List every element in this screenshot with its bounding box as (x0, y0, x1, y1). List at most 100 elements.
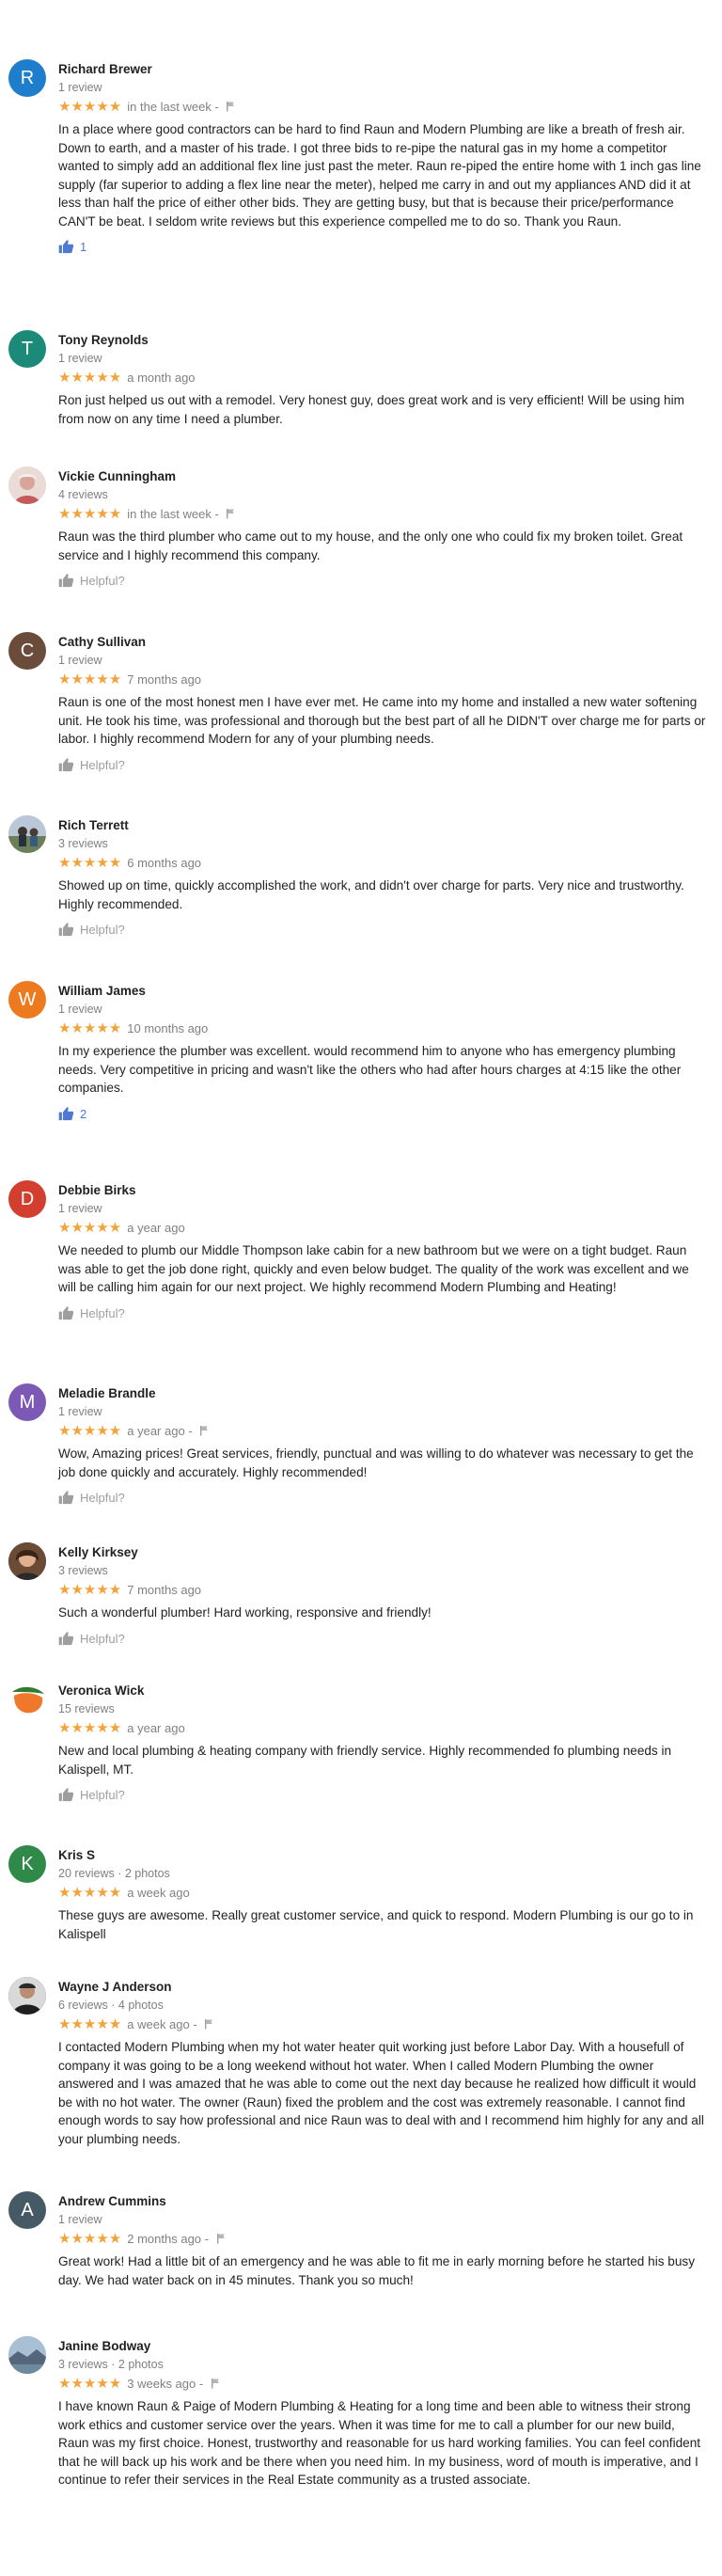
helpful-label: Helpful? (80, 1491, 125, 1505)
avatar[interactable] (8, 1681, 46, 1718)
avatar[interactable]: K (8, 1845, 46, 1883)
review-time: 7 months ago (127, 672, 202, 687)
helpful-button[interactable]: Helpful? (58, 572, 709, 591)
reviewer-name[interactable]: William James (58, 983, 709, 999)
reviewer-meta: 3 reviews (58, 1564, 108, 1577)
helpful-button[interactable]: Helpful? (58, 1630, 709, 1649)
review-text: I contacted Modern Plumbing when my hot … (58, 2040, 704, 2146)
reviewer-name[interactable]: Veronica Wick (58, 1683, 709, 1699)
helpful-label: Helpful? (80, 1788, 125, 1802)
avatar[interactable] (8, 815, 46, 853)
rating-row: ★★★★★ 7 months ago (58, 1582, 709, 1599)
profile-photo-icon (8, 1977, 46, 2015)
review-text: Raun is one of the most honest men I hav… (58, 695, 706, 746)
helpful-button[interactable]: Helpful? (58, 1489, 709, 1508)
reviewer-name[interactable]: Cathy Sullivan (58, 634, 709, 650)
review-text: Raun was the third plumber who came out … (58, 529, 683, 562)
helpful-button[interactable]: Helpful? (58, 1786, 709, 1805)
avatar[interactable]: R (8, 59, 46, 97)
star-rating: ★★★★★ (58, 370, 122, 386)
star-rating: ★★★★★ (58, 1720, 122, 1736)
review-text: New and local plumbing & heating company… (58, 1744, 672, 1777)
flag-icon[interactable] (226, 507, 235, 524)
helpful-count: 2 (80, 1106, 87, 1121)
thumbs-up-icon (58, 1788, 74, 1802)
rating-row: ★★★★★ in the last week - (58, 506, 709, 523)
avatar[interactable]: T (8, 330, 46, 368)
avatar[interactable]: M (8, 1383, 46, 1421)
star-rating: ★★★★★ (58, 506, 122, 522)
reviewer-meta: 15 reviews (58, 1702, 115, 1715)
reviewer-name[interactable]: Kelly Kirksey (58, 1544, 709, 1560)
thumbs-up-icon (58, 1106, 74, 1120)
avatar[interactable]: C (8, 632, 46, 670)
reviewer-name[interactable]: Richard Brewer (58, 61, 709, 77)
reviewer-name[interactable]: Andrew Cummins (58, 2193, 709, 2209)
profile-photo-icon (8, 1681, 46, 1718)
rating-row: ★★★★★ in the last week - (58, 99, 709, 116)
review-text: Wow, Amazing prices! Great services, fri… (58, 1446, 694, 1479)
reviewer-meta: 1 review (58, 81, 102, 94)
thumbs-up-icon (58, 574, 74, 588)
reviewer-name[interactable]: Wayne J Anderson (58, 1979, 709, 1995)
avatar[interactable]: A (8, 2191, 46, 2229)
review-text: Great work! Had a little bit of an emerg… (58, 2254, 696, 2287)
reviewer-name[interactable]: Tony Reynolds (58, 332, 709, 348)
star-rating: ★★★★★ (58, 2231, 122, 2247)
helpful-label: Helpful? (80, 757, 125, 772)
helpful-button[interactable]: 1 (58, 238, 709, 257)
flag-icon[interactable] (226, 100, 235, 117)
reviewer-name[interactable]: Debbie Birks (58, 1182, 709, 1198)
rating-row: ★★★★★ 2 months ago - (58, 2231, 709, 2248)
review-time: a year ago - (127, 1424, 193, 1438)
helpful-label: Helpful? (80, 1631, 125, 1646)
star-rating: ★★★★★ (58, 2016, 122, 2032)
reviewer-name[interactable]: Vickie Cunningham (58, 468, 709, 484)
star-rating: ★★★★★ (58, 2376, 122, 2392)
rating-row: ★★★★★ a week ago - (58, 2016, 709, 2033)
thumbs-up-icon (58, 757, 74, 771)
flag-icon[interactable] (211, 2377, 220, 2394)
rating-row: ★★★★★ a year ago (58, 1220, 709, 1237)
star-rating: ★★★★★ (58, 1885, 122, 1901)
reviewer-name[interactable]: Kris S (58, 1847, 709, 1863)
reviewer-name[interactable]: Rich Terrett (58, 817, 709, 833)
avatar[interactable] (8, 2336, 46, 2374)
helpful-button[interactable]: Helpful? (58, 1304, 709, 1323)
thumbs-up-icon (58, 923, 74, 937)
helpful-button[interactable]: 2 (58, 1105, 709, 1124)
profile-photo-icon (8, 2336, 46, 2374)
avatar[interactable]: D (8, 1180, 46, 1218)
flag-icon[interactable] (204, 2017, 213, 2034)
flag-icon[interactable] (216, 2232, 226, 2249)
reviewer-meta: 3 reviews · 2 photos (58, 2358, 164, 2371)
avatar[interactable] (8, 1977, 46, 2015)
reviews-page: R Richard Brewer 1 review ★★★★★ in the la… (0, 0, 722, 2576)
star-rating: ★★★★★ (58, 1020, 122, 1036)
review-time: in the last week - (127, 507, 219, 521)
rating-row: ★★★★★ a year ago - (58, 1423, 709, 1440)
star-rating: ★★★★★ (58, 855, 122, 871)
helpful-button[interactable]: Helpful? (58, 921, 709, 940)
helpful-button[interactable]: Helpful? (58, 756, 709, 775)
avatar[interactable]: W (8, 981, 46, 1019)
review-time: a week ago (127, 1886, 190, 1900)
reviewer-name[interactable]: Meladie Brandle (58, 1385, 709, 1401)
rating-row: ★★★★★ 10 months ago (58, 1020, 709, 1037)
flag-icon[interactable] (199, 1424, 209, 1441)
avatar[interactable] (8, 466, 46, 504)
reviewer-name[interactable]: Janine Bodway (58, 2338, 709, 2354)
reviewer-meta: 4 reviews (58, 488, 108, 501)
reviewer-meta: 1 review (58, 2213, 102, 2226)
review-text: I have known Raun & Paige of Modern Plum… (58, 2399, 701, 2487)
helpful-label: Helpful? (80, 1305, 125, 1320)
avatar[interactable] (8, 1542, 46, 1580)
rating-row: ★★★★★ 6 months ago (58, 855, 709, 872)
reviewer-meta: 20 reviews · 2 photos (58, 1867, 170, 1880)
reviewer-meta: 6 reviews · 4 photos (58, 1999, 164, 2012)
helpful-count: 1 (80, 240, 87, 254)
reviewer-meta: 1 review (58, 654, 102, 667)
thumbs-up-icon (58, 1305, 74, 1320)
review-time: 6 months ago (127, 856, 202, 870)
review-time: a year ago (127, 1221, 185, 1235)
